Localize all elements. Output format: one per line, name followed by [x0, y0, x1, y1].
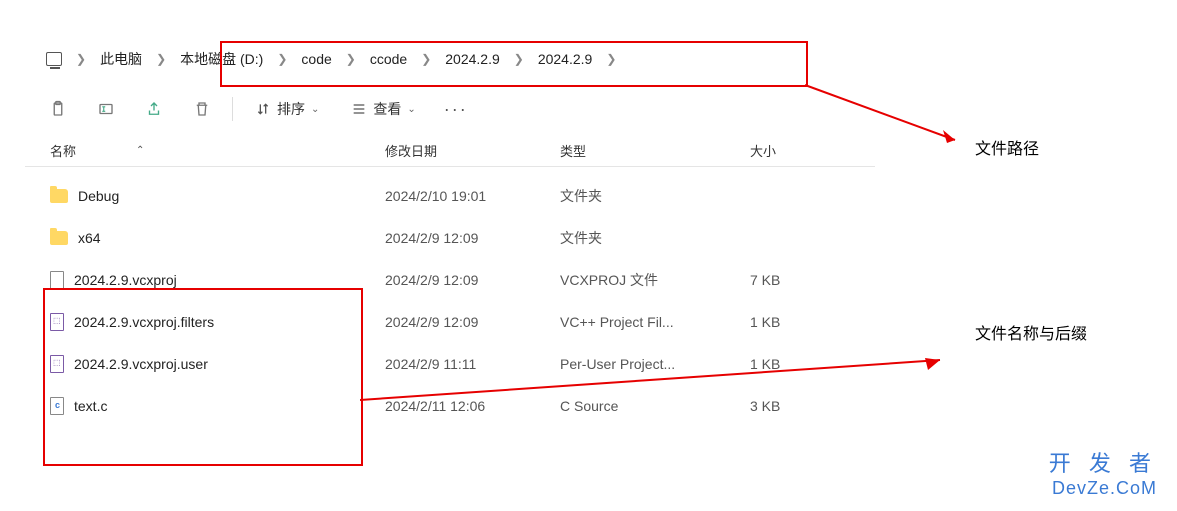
sort-button[interactable]: 排序 ⌄	[245, 93, 329, 125]
file-size: 3 KB	[750, 398, 870, 414]
toolbar-divider	[232, 97, 233, 121]
chevron-down-icon: ⌄	[311, 104, 319, 115]
chevron-right-icon[interactable]: ❯	[413, 52, 439, 66]
file-type: C Source	[560, 398, 750, 414]
breadcrumb-folder-1[interactable]: 2024.2.9	[439, 47, 506, 71]
file-type: VCXPROJ 文件	[560, 270, 750, 290]
file-row[interactable]: text.c 2024/2/11 12:06C Source3 KB	[25, 385, 875, 427]
file-name: 2024.2.9.vcxproj.filters	[74, 314, 214, 330]
watermark-line2: DevZe.CoM	[1049, 478, 1157, 499]
folder-icon	[50, 231, 68, 245]
breadcrumb-bar: ❯ 此电脑 ❯ 本地磁盘 (D:) ❯ code ❯ ccode ❯ 2024.…	[25, 35, 875, 83]
file-name: Debug	[78, 188, 119, 204]
chevron-right-icon[interactable]: ❯	[68, 52, 94, 66]
file-name-cell: 2024.2.9.vcxproj.user	[50, 355, 385, 373]
folder-icon	[50, 189, 68, 203]
file-explorer-window: ❯ 此电脑 ❯ 本地磁盘 (D:) ❯ code ❯ ccode ❯ 2024.…	[25, 35, 875, 427]
file-name: text.c	[74, 398, 107, 414]
view-label: 查看	[373, 99, 401, 119]
sort-ascending-icon: ⌃	[136, 145, 144, 156]
file-name-cell: 2024.2.9.vcxproj	[50, 271, 385, 289]
breadcrumb-ccode[interactable]: ccode	[364, 47, 413, 71]
watermark: 开 发 者 DevZe.CoM	[1049, 446, 1157, 499]
file-type: 文件夹	[560, 228, 750, 248]
file-date: 2024/2/9 12:09	[385, 314, 560, 330]
chevron-down-icon: ⌄	[407, 104, 415, 115]
file-name: 2024.2.9.vcxproj	[74, 272, 177, 288]
breadcrumb-code[interactable]: code	[295, 47, 337, 71]
file-size: 7 KB	[750, 272, 870, 288]
file-type: VC++ Project Fil...	[560, 314, 750, 330]
watermark-line1: 开 发 者	[1049, 446, 1157, 478]
breadcrumb-this-pc[interactable]: 此电脑	[94, 45, 148, 73]
file-row[interactable]: Debug 2024/2/10 19:01文件夹	[25, 175, 875, 217]
toolbar: 排序 ⌄ 查看 ⌄ ···	[25, 83, 875, 135]
file-type: 文件夹	[560, 186, 750, 206]
table-header: 名称 ⌃ 修改日期 类型 大小	[25, 135, 875, 167]
chevron-right-icon[interactable]: ❯	[269, 52, 295, 66]
trash-icon[interactable]	[184, 91, 220, 127]
file-row[interactable]: x64 2024/2/9 12:09文件夹	[25, 217, 875, 259]
computer-icon[interactable]	[40, 48, 68, 70]
breadcrumb-folder-2[interactable]: 2024.2.9	[532, 47, 599, 71]
file-date: 2024/2/10 19:01	[385, 188, 560, 204]
annotation-filename-label: 文件名称与后缀	[975, 320, 1087, 344]
vcxproj-icon	[50, 355, 64, 373]
file-name-cell: x64	[50, 230, 385, 246]
file-date: 2024/2/9 12:09	[385, 272, 560, 288]
file-size: 1 KB	[750, 314, 870, 330]
chevron-right-icon[interactable]: ❯	[506, 52, 532, 66]
annotation-path-label: 文件路径	[975, 135, 1039, 159]
rename-icon[interactable]	[88, 91, 124, 127]
file-row[interactable]: 2024.2.9.vcxproj.user 2024/2/9 11:11Per-U…	[25, 343, 875, 385]
chevron-right-icon[interactable]: ❯	[338, 52, 364, 66]
file-date: 2024/2/9 11:11	[385, 356, 560, 372]
file-name: x64	[78, 230, 101, 246]
chevron-right-icon[interactable]: ❯	[598, 52, 624, 66]
column-date[interactable]: 修改日期	[385, 141, 560, 160]
file-name: 2024.2.9.vcxproj.user	[74, 356, 208, 372]
chevron-right-icon[interactable]: ❯	[148, 52, 174, 66]
column-type[interactable]: 类型	[560, 141, 750, 160]
clipboard-icon[interactable]	[40, 91, 76, 127]
view-button[interactable]: 查看 ⌄	[341, 93, 425, 125]
column-name-label: 名称	[50, 141, 76, 160]
file-list: Debug2024/2/10 19:01文件夹x642024/2/9 12:09…	[25, 167, 875, 427]
column-size[interactable]: 大小	[750, 141, 870, 160]
breadcrumb-drive-d[interactable]: 本地磁盘 (D:)	[174, 45, 269, 73]
share-icon[interactable]	[136, 91, 172, 127]
file-row[interactable]: 2024.2.9.vcxproj 2024/2/9 12:09VCXPROJ 文件…	[25, 259, 875, 301]
column-name[interactable]: 名称 ⌃	[50, 141, 385, 160]
file-row[interactable]: 2024.2.9.vcxproj.filters 2024/2/9 12:09VC…	[25, 301, 875, 343]
file-date: 2024/2/9 12:09	[385, 230, 560, 246]
sort-label: 排序	[277, 99, 305, 119]
file-name-cell: text.c	[50, 397, 385, 415]
c-source-icon	[50, 397, 64, 415]
file-date: 2024/2/11 12:06	[385, 398, 560, 414]
vcxproj-icon	[50, 313, 64, 331]
file-name-cell: 2024.2.9.vcxproj.filters	[50, 313, 385, 331]
file-name-cell: Debug	[50, 188, 385, 204]
file-size: 1 KB	[750, 356, 870, 372]
more-icon[interactable]: ···	[438, 91, 474, 127]
file-icon	[50, 271, 64, 289]
file-type: Per-User Project...	[560, 356, 750, 372]
